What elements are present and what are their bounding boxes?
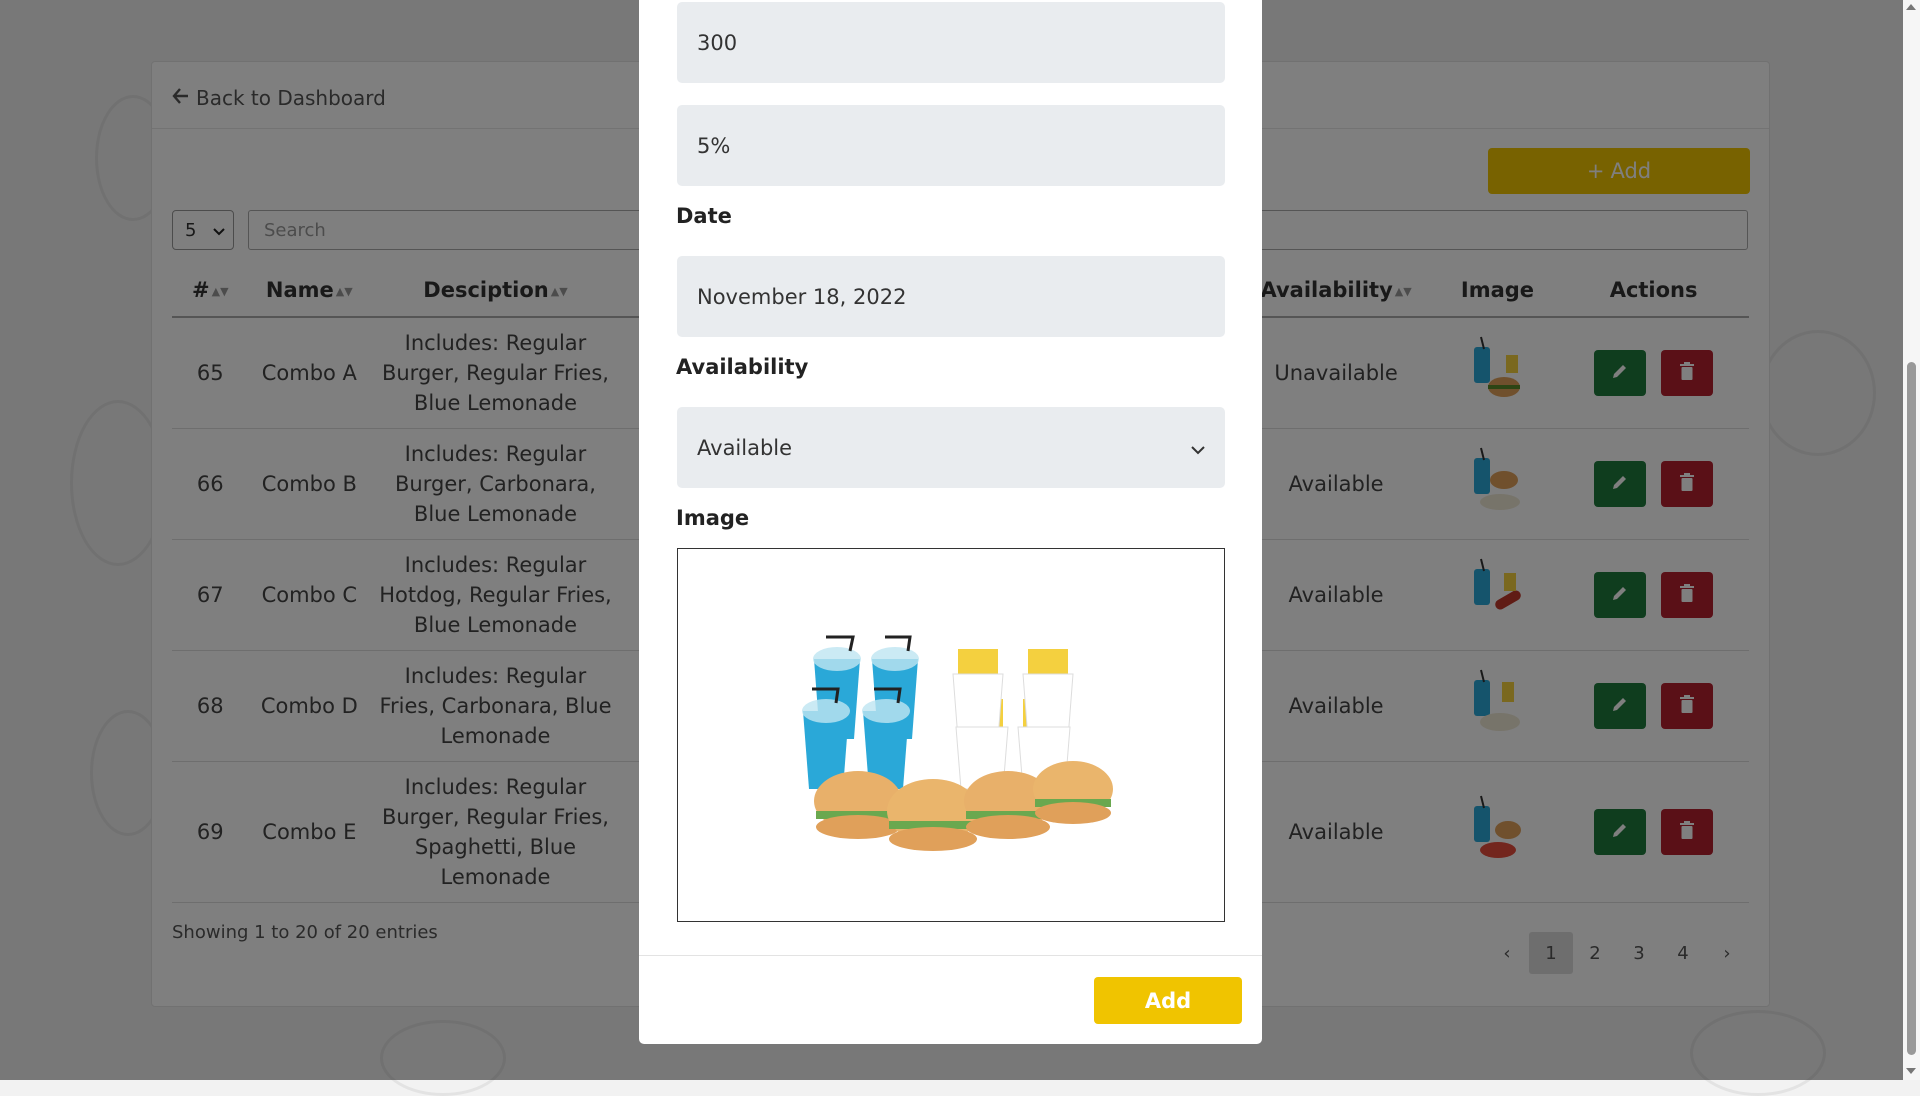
scroll-thumb[interactable] [1907,362,1916,1055]
price-field[interactable]: 300 [677,2,1225,83]
discount-field[interactable]: 5% [677,105,1225,186]
modal-add-button[interactable]: Add [1094,977,1242,1024]
add-combo-modal: 300 5% Date November 18, 2022 Availabili… [639,0,1262,1044]
image-upload-preview[interactable] [677,548,1225,922]
page-scrollbar[interactable] [1903,0,1920,1080]
availability-value: Available [697,435,793,460]
image-label: Image [676,506,750,530]
chevron-down-icon [1191,436,1205,460]
scroll-up-arrow[interactable] [1906,4,1916,10]
price-value: 300 [697,30,738,55]
combo-meal-preview-image [802,635,1113,851]
discount-value: 5% [697,133,731,158]
modal-footer [639,955,1262,956]
availability-select[interactable]: Available [677,407,1225,488]
date-field[interactable]: November 18, 2022 [677,256,1225,337]
date-label: Date [676,204,732,228]
scroll-down-arrow[interactable] [1906,1068,1916,1074]
availability-label: Availability [676,355,809,379]
date-value: November 18, 2022 [697,284,907,309]
